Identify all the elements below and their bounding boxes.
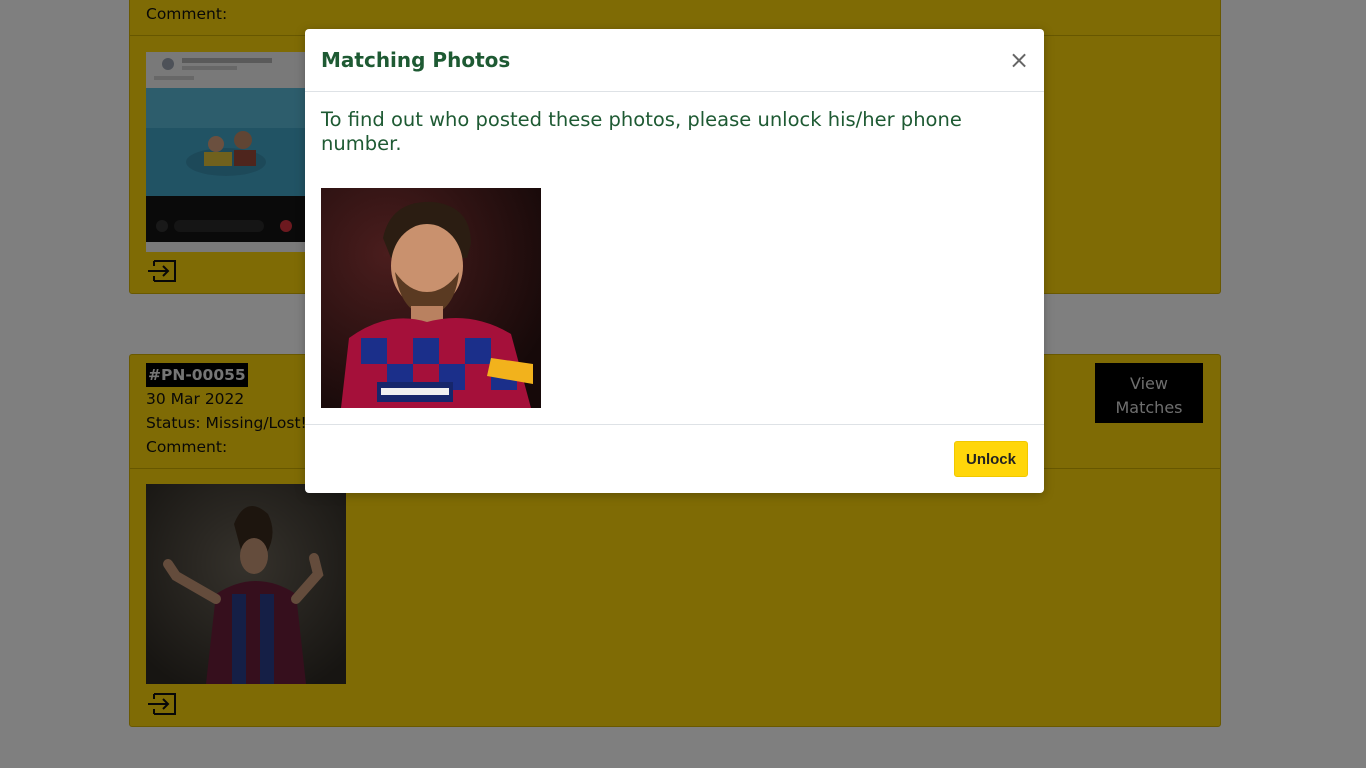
unlock-button[interactable]: Unlock <box>954 441 1028 477</box>
modal-title: Matching Photos <box>321 48 511 72</box>
close-icon[interactable]: × <box>1008 48 1030 72</box>
modal-footer: Unlock <box>305 424 1044 493</box>
matching-photo <box>321 188 541 408</box>
modal-message: To find out who posted these photos, ple… <box>321 108 962 155</box>
modal-header: Matching Photos × <box>305 29 1044 92</box>
matching-photos-modal: Matching Photos × To find out who posted… <box>305 29 1044 493</box>
